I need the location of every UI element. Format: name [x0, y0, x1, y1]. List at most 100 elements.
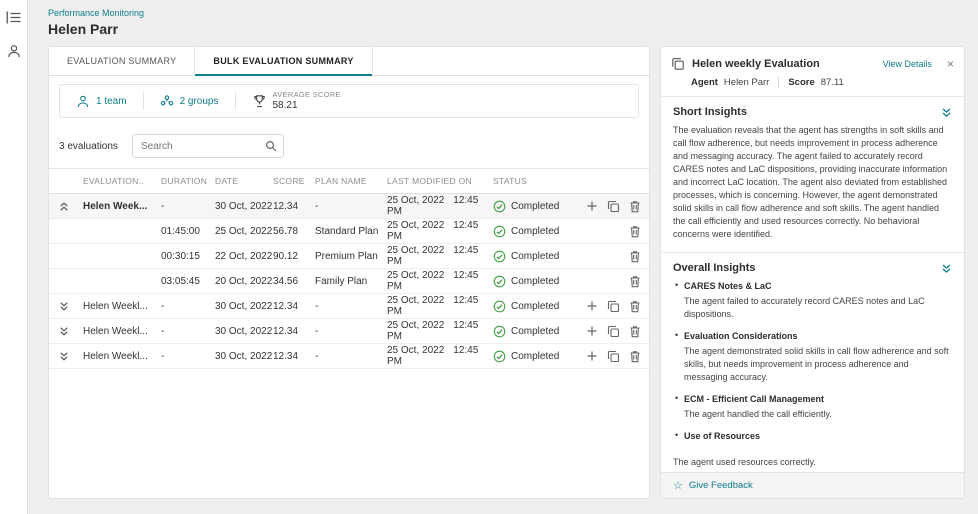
score-cell: 90.12: [273, 251, 315, 262]
status-cell: Completed: [493, 275, 573, 288]
overall-insights-list: CARES Notes & LaC The agent failed to ac…: [661, 280, 964, 454]
search-input[interactable]: [139, 140, 265, 153]
duration-cell: 01:45:00: [161, 226, 215, 237]
date-cell: 30 Oct, 2022: [215, 301, 273, 312]
close-icon[interactable]: ×: [947, 58, 954, 70]
status-cell: Completed: [493, 300, 573, 313]
table-header: EVALUATION.. DURATION DATE SCORE PLAN NA…: [49, 168, 649, 194]
short-insights-title: Short Insights: [673, 106, 747, 118]
status-label: Completed: [511, 276, 559, 287]
delete-icon[interactable]: [629, 225, 641, 238]
view-details-link[interactable]: View Details: [883, 59, 932, 69]
team-count-label: 1 team: [96, 96, 127, 107]
completed-check-icon: [493, 275, 506, 288]
status-label: Completed: [511, 201, 559, 212]
delete-icon[interactable]: [629, 300, 641, 313]
table-row-child[interactable]: 03:05:45 20 Oct, 2022 34.56 Family Plan …: [49, 269, 649, 294]
plan-cell: -: [315, 326, 387, 337]
overall-insights-header: Overall Insights: [661, 252, 964, 280]
tab-evaluation-summary[interactable]: EVALUATION SUMMARY: [49, 47, 195, 75]
insight-item: CARES Notes & LaC The agent failed to ac…: [675, 280, 952, 321]
status-label: Completed: [511, 251, 559, 262]
duration-cell: 03:05:45: [161, 276, 215, 287]
copy-icon[interactable]: [607, 350, 620, 363]
collapse-row-icon[interactable]: [59, 201, 83, 212]
duration-cell: -: [161, 351, 215, 362]
profile-button[interactable]: [5, 42, 23, 60]
table-row[interactable]: Helen Weekl... - 30 Oct, 2022 12.34 - 25…: [49, 344, 649, 369]
completed-check-icon: [493, 225, 506, 238]
date-cell: 30 Oct, 2022: [215, 351, 273, 362]
date-cell: 22 Oct, 2022: [215, 251, 273, 262]
plan-cell: -: [315, 351, 387, 362]
plan-cell: -: [315, 301, 387, 312]
stats-bar: 1 team 2 groups: [59, 84, 639, 118]
completed-check-icon: [493, 350, 506, 363]
add-icon[interactable]: [586, 300, 598, 312]
header-duration: DURATION: [161, 176, 215, 186]
star-icon: ☆: [673, 479, 683, 492]
collapse-section-icon[interactable]: [941, 107, 952, 118]
add-icon[interactable]: [586, 350, 598, 362]
menu-toggle-button[interactable]: [5, 8, 23, 26]
date-cell: 30 Oct, 2022: [215, 326, 273, 337]
breadcrumb[interactable]: Performance Monitoring: [48, 8, 965, 18]
expand-row-icon[interactable]: [59, 301, 83, 312]
modified-date: 25 Oct, 2022: [387, 220, 444, 231]
completed-check-icon: [493, 300, 506, 313]
table-row[interactable]: Helen Weekl... - 30 Oct, 2022 12.34 - 25…: [49, 294, 649, 319]
modified-cell: 25 Oct, 202212:45 PM: [387, 320, 493, 342]
search-box: [132, 134, 284, 158]
insights-panel-title: Helen weekly Evaluation: [692, 58, 820, 70]
add-icon[interactable]: [586, 200, 598, 212]
modified-cell: 25 Oct, 202212:45 PM: [387, 295, 493, 317]
give-feedback-link[interactable]: Give Feedback: [689, 480, 753, 491]
main-content: Performance Monitoring Helen Parr EVALUA…: [28, 0, 978, 514]
groups-count-label: 2 groups: [180, 96, 219, 107]
average-score-value: 58.21: [273, 100, 341, 112]
delete-icon[interactable]: [629, 325, 641, 338]
delete-icon[interactable]: [629, 250, 641, 263]
duration-cell: -: [161, 301, 215, 312]
team-icon: [76, 95, 90, 108]
groups-stat[interactable]: 2 groups: [144, 85, 235, 117]
resources-note: The agent used resources correctly.: [661, 456, 964, 469]
team-stat[interactable]: 1 team: [60, 85, 143, 117]
page-title: Helen Parr: [48, 21, 965, 37]
feedback-bar: ☆ Give Feedback: [661, 472, 964, 498]
search-icon[interactable]: [265, 140, 277, 152]
agent-score-row: Agent Helen Parr Score 87.11: [661, 77, 964, 97]
copy-icon[interactable]: [607, 300, 620, 313]
table-row-child[interactable]: 01:45:00 25 Oct, 2022 56.78 Standard Pla…: [49, 219, 649, 244]
modified-cell: 25 Oct, 202212:45 PM: [387, 245, 493, 267]
table-row[interactable]: Helen Weekl... - 30 Oct, 2022 12.34 - 25…: [49, 319, 649, 344]
table-row-child[interactable]: 00:30:15 22 Oct, 2022 90.12 Premium Plan…: [49, 244, 649, 269]
add-icon[interactable]: [586, 325, 598, 337]
insights-panel-header: Helen weekly Evaluation View Details ×: [661, 47, 964, 77]
modified-date: 25 Oct, 2022: [387, 195, 444, 206]
delete-icon[interactable]: [629, 200, 641, 213]
plan-cell: Standard Plan: [315, 226, 387, 237]
delete-icon[interactable]: [629, 275, 641, 288]
collapse-section-icon[interactable]: [941, 263, 952, 274]
expand-row-icon[interactable]: [59, 351, 83, 362]
copy-icon[interactable]: [607, 325, 620, 338]
modified-cell: 25 Oct, 202212:45 PM: [387, 195, 493, 217]
tab-bulk-evaluation-summary[interactable]: BULK EVALUATION SUMMARY: [195, 47, 372, 75]
agent-score-divider: [778, 77, 779, 88]
date-cell: 30 Oct, 2022: [215, 201, 273, 212]
row-actions: [573, 250, 641, 263]
expand-row-icon[interactable]: [59, 326, 83, 337]
short-insights-text: The evaluation reveals that the agent ha…: [661, 124, 964, 252]
tab-bar: EVALUATION SUMMARY BULK EVALUATION SUMMA…: [49, 47, 649, 76]
modified-date: 25 Oct, 2022: [387, 295, 444, 306]
duration-cell: -: [161, 326, 215, 337]
status-label: Completed: [511, 226, 559, 237]
delete-icon[interactable]: [629, 350, 641, 363]
table-row[interactable]: Helen Week... - 30 Oct, 2022 12.34 - 25 …: [49, 194, 649, 219]
menu-icon: [6, 11, 21, 24]
insight-title: Evaluation Considerations: [684, 330, 952, 343]
copy-icon[interactable]: [607, 200, 620, 213]
status-cell: Completed: [493, 325, 573, 338]
modified-date: 25 Oct, 2022: [387, 270, 444, 281]
